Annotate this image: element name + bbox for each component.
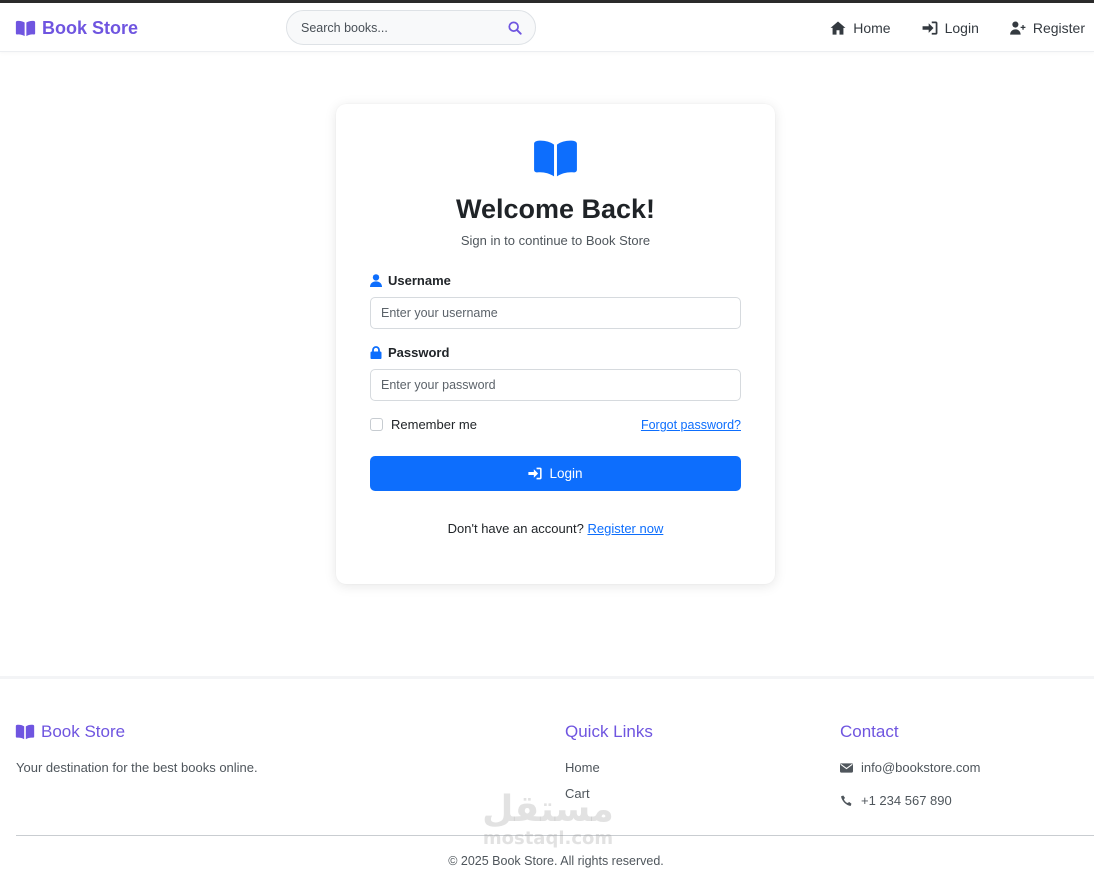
search-input[interactable] [287,11,487,44]
sign-in-icon [528,467,543,480]
footer-link-home[interactable]: Home [565,760,600,775]
username-input[interactable] [370,297,741,329]
book-open-icon [534,140,577,177]
remember-me-label: Remember me [391,417,477,432]
card-title: Welcome Back! [455,194,656,224]
book-open-icon [15,724,35,740]
lock-icon [370,346,382,359]
book-open-icon [15,20,36,36]
sign-in-icon [922,21,938,35]
footer-link-cart[interactable]: Cart [565,786,590,801]
user-plus-icon [1009,21,1026,35]
forgot-password-link[interactable]: Forgot password? [641,418,741,432]
login-button-label: Login [549,466,583,481]
navbar-brand[interactable]: Book Store [15,17,138,39]
brand-label: Book Store [42,17,139,38]
login-card: Welcome Back! Sign in to continue to Boo… [336,104,775,584]
contact-heading: Contact [840,722,899,741]
register-prompt-text: Don't have an account? [447,521,584,536]
card-subtitle: Sign in to continue to Book Store [460,233,651,248]
password-label: Password [370,345,449,360]
user-icon [370,274,382,287]
contact-phone: +1 234 567 890 [840,793,952,808]
phone-icon [841,795,852,806]
contact-phone-text: +1 234 567 890 [861,793,952,808]
nav-link-label: Login [944,20,979,36]
footer-copyright: © 2025 Book Store. All rights reserved. [448,854,664,868]
password-label-text: Password [388,345,450,360]
search-icon [508,21,522,35]
search-button[interactable] [507,20,523,36]
nav-link-login[interactable]: Login [922,20,979,36]
footer-brand: Book Store [15,722,125,742]
envelope-icon [840,762,853,773]
nav-link-register[interactable]: Register [1009,20,1085,36]
remember-me[interactable]: Remember me [370,417,477,432]
contact-email: info@bookstore.com [840,760,980,775]
site-footer: Book Store Your destination for the best… [0,676,1094,875]
register-prompt: Don't have an account? Register now [336,521,775,536]
login-button[interactable]: Login [370,456,741,491]
nav-link-label: Register [1032,20,1085,36]
contact-email-text: info@bookstore.com [861,760,981,775]
username-label: Username [370,273,451,288]
footer-description: Your destination for the best books onli… [16,760,258,775]
footer-brand-label: Book Store [41,722,126,741]
username-label-text: Username [388,273,451,288]
search-bar [286,10,536,45]
nav-links: Home Login Register [799,17,1085,39]
nav-link-home[interactable]: Home [830,20,891,36]
quick-links-heading: Quick Links [565,722,653,741]
register-now-link[interactable]: Register now [587,521,663,536]
remember-me-checkbox[interactable] [370,418,383,431]
top-navbar: Book Store Home Login Register [0,3,1094,52]
footer-divider [16,835,1094,836]
password-input[interactable] [370,369,741,401]
home-icon [830,21,846,35]
nav-link-label: Home [853,20,891,36]
